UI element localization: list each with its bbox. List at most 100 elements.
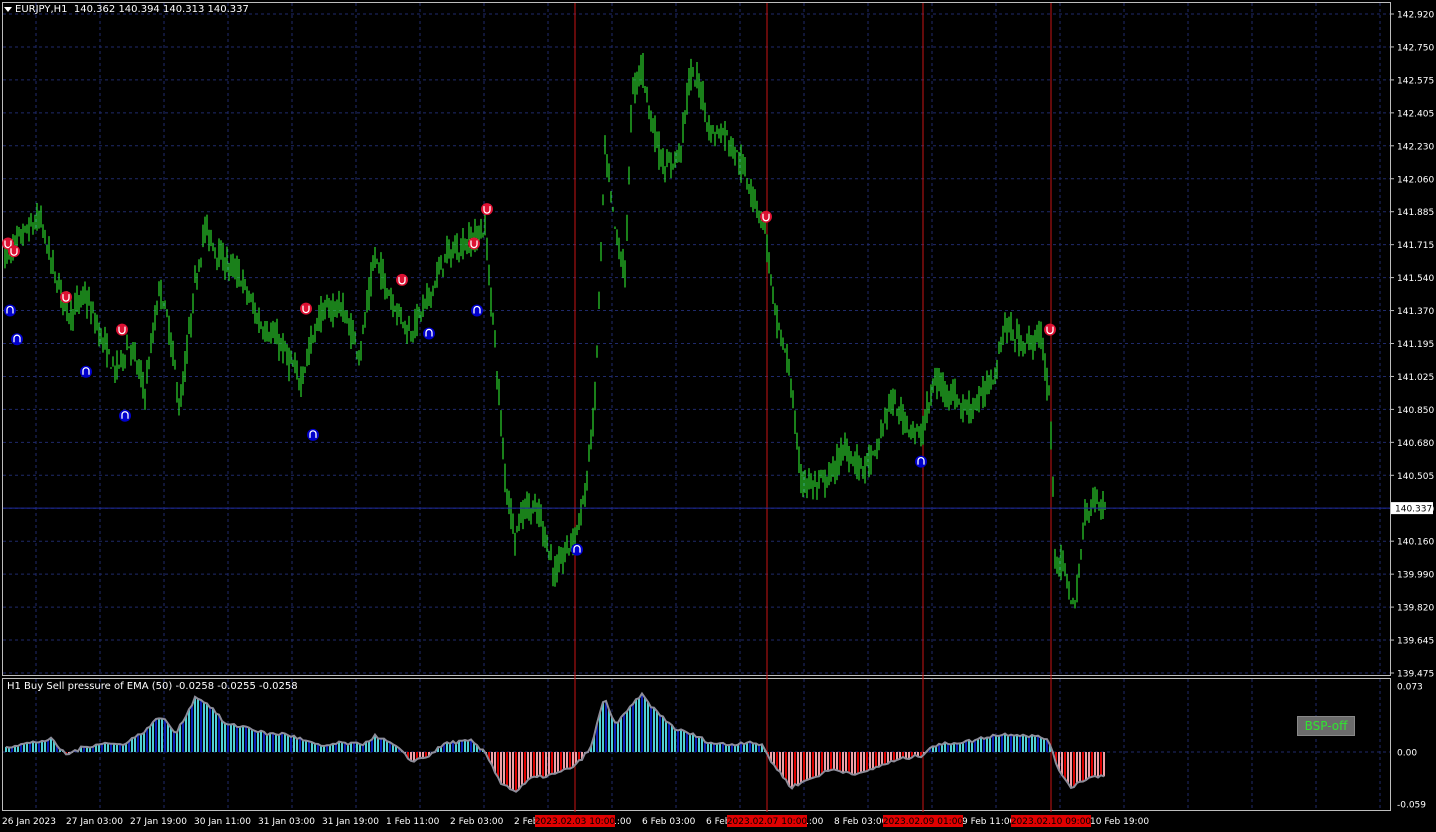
pressure-bar — [548, 752, 550, 775]
pressure-bar — [176, 732, 178, 752]
pressure-bar — [41, 740, 43, 752]
bsp-off-button[interactable]: BSP-off — [1297, 716, 1355, 736]
symbol-info[interactable]: EURJPY,H1 140.362 140.394 140.313 140.33… — [4, 4, 249, 15]
price-label: 142.575 — [1397, 76, 1434, 86]
pressure-bar — [791, 752, 793, 789]
pressure-bar — [233, 724, 235, 752]
pressure-bar — [839, 752, 841, 772]
pressure-bar — [602, 702, 604, 752]
pressure-bar — [854, 752, 856, 775]
pressure-bar — [353, 742, 355, 752]
pressure-bar — [149, 726, 151, 752]
pressure-bar — [194, 696, 196, 752]
pressure-bar — [971, 742, 973, 752]
pressure-bar — [668, 722, 670, 752]
pressure-bar — [572, 752, 574, 768]
pressure-bar — [197, 698, 199, 752]
pressure-bar — [1028, 737, 1030, 752]
pressure-bar — [221, 721, 223, 752]
price-label: 141.025 — [1397, 373, 1434, 383]
event-time-label: 2023.02.03 10:00 — [535, 817, 616, 827]
price-axis: 142.920 142.750 142.575 142.405 142.230 142.0… — [1390, 11, 1434, 680]
pressure-bar — [50, 737, 52, 752]
pressure-bar — [35, 742, 37, 752]
price-label: 142.230 — [1397, 142, 1434, 152]
pressure-bar — [947, 743, 949, 752]
pressure-bar — [1025, 735, 1027, 752]
price-label: 142.750 — [1397, 43, 1434, 53]
pressure-bar — [986, 737, 988, 752]
pressure-bar — [536, 752, 538, 778]
pressure-bar — [554, 752, 556, 774]
pressure-bar — [794, 752, 796, 785]
pressure-bar — [509, 752, 511, 790]
pressure-bar — [557, 752, 559, 773]
pressure-bar — [860, 752, 862, 773]
pressure-bar — [821, 752, 823, 774]
pressure-bar — [305, 740, 307, 752]
pressure-bar — [299, 737, 301, 752]
pressure-bar — [380, 738, 382, 752]
pressure-bar — [827, 752, 829, 772]
pressure-bar — [32, 741, 34, 752]
pressure-bar — [551, 752, 553, 774]
pressure-bar — [527, 752, 529, 780]
pressure-bar — [815, 752, 817, 777]
pressure-bar — [1013, 735, 1015, 752]
pressure-bar — [293, 735, 295, 752]
pressure-bar — [269, 733, 271, 752]
pressure-bar — [863, 752, 865, 772]
time-label: 26 Jan 2023 — [2, 817, 56, 827]
pressure-bar — [842, 752, 844, 773]
pressure-bar — [158, 718, 160, 752]
pressure-bar — [950, 744, 952, 752]
event-time-label: 2023.02.09 01:00 — [883, 817, 964, 827]
price-label: 142.920 — [1397, 11, 1434, 21]
pressure-bar — [215, 713, 217, 752]
pressure-bar — [1001, 735, 1003, 752]
pressure-bar — [1004, 733, 1006, 752]
pressure-bar — [47, 740, 49, 752]
pressure-bar — [296, 738, 298, 752]
price-label: 141.540 — [1397, 274, 1434, 284]
pressure-bar — [1082, 752, 1084, 782]
pressure-bar — [467, 740, 469, 752]
pressure-bar — [101, 744, 103, 752]
pressure-bar — [872, 752, 874, 770]
pressure-bar — [302, 740, 304, 752]
pressure-bar — [857, 752, 859, 774]
pressure-bar — [830, 752, 832, 771]
pressure-bar — [989, 737, 991, 752]
pressure-bar — [656, 711, 658, 752]
price-label: 141.885 — [1397, 208, 1434, 218]
subwindow-axis: 0.073 0.00 -0.059 — [1397, 683, 1426, 811]
pressure-bar — [710, 742, 712, 752]
price-label: 139.990 — [1397, 571, 1434, 581]
time-label: 27 Jan 19:00 — [130, 817, 187, 827]
pressure-bar — [1067, 752, 1069, 784]
pressure-bar — [278, 734, 280, 752]
time-label: 9 Feb 11:00 — [962, 817, 1016, 827]
pressure-bar — [1010, 734, 1012, 752]
pressure-bar — [335, 744, 337, 752]
pressure-bar — [941, 744, 943, 752]
pressure-bar — [707, 743, 709, 752]
pressure-bar — [1085, 752, 1087, 781]
pressure-bar — [1022, 734, 1024, 752]
price-label: 141.370 — [1397, 307, 1434, 317]
pressure-bar — [236, 726, 238, 752]
pressure-bar — [1037, 735, 1039, 752]
time-label: 1 Feb 11:00 — [386, 817, 440, 827]
time-label: 27 Jan 03:00 — [66, 817, 123, 827]
pressure-bar — [173, 731, 175, 752]
pressure-bar — [779, 752, 781, 772]
pressure-bar — [788, 752, 790, 786]
pressure-bar — [533, 752, 535, 777]
pressure-bar — [1007, 735, 1009, 752]
price-chart[interactable]: 142.920 142.750 142.575 142.405 142.230 142.0… — [0, 0, 1436, 832]
event-vertical-lines — [574, 3, 1052, 812]
dropdown-triangle-icon[interactable] — [4, 6, 12, 12]
pressure-bar — [1016, 734, 1018, 752]
pressure-bar — [875, 752, 877, 767]
pressure-bar — [695, 736, 697, 752]
